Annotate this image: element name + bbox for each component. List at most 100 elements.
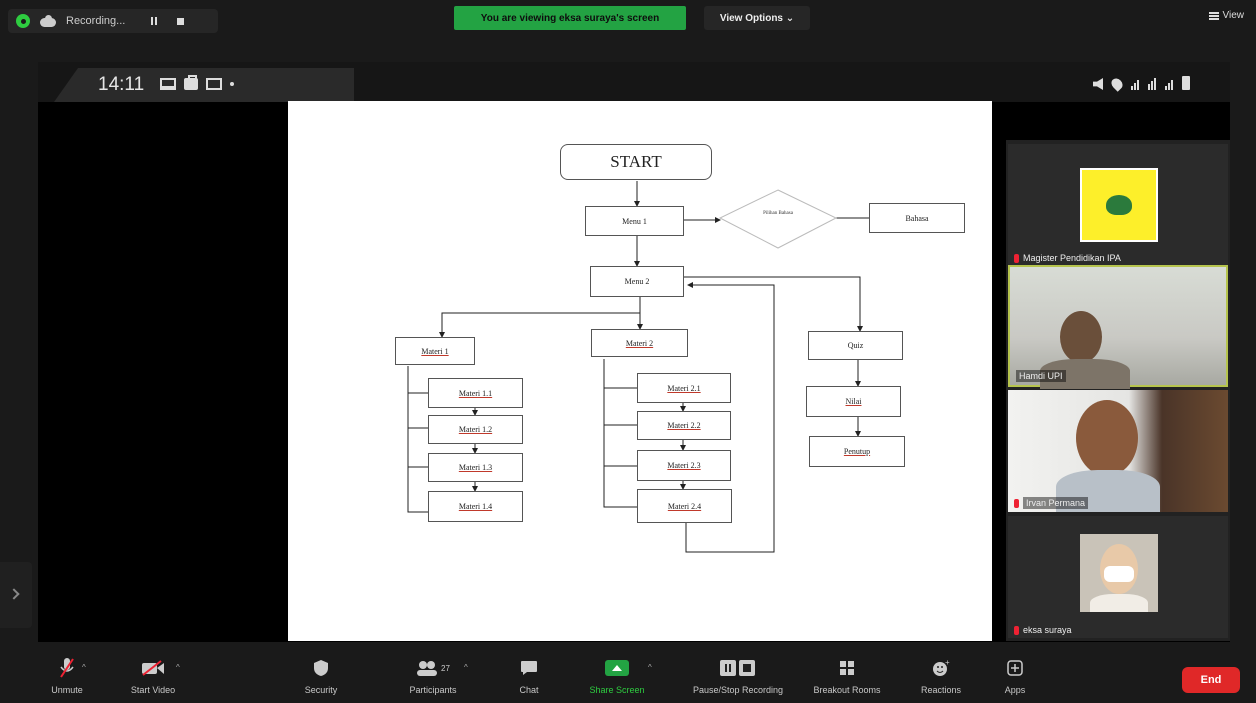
participants-options-caret-icon[interactable]: ^ bbox=[464, 663, 468, 672]
flowchart-materi-1-1: Materi 1.1 bbox=[428, 378, 523, 408]
view-button[interactable]: View bbox=[1208, 10, 1245, 21]
pause-stop-recording-button[interactable]: Pause/Stop Recording bbox=[686, 655, 790, 695]
participant-name: Irvan Permana bbox=[1023, 497, 1089, 509]
participant-name-tag: eksa suraya bbox=[1014, 625, 1072, 635]
flowchart-materi-1-2: Materi 1.2 bbox=[428, 415, 523, 444]
flowchart-materi-1-3: Materi 1.3 bbox=[428, 453, 523, 482]
language-choice-diamond bbox=[718, 189, 838, 249]
view-layout-icon bbox=[1208, 11, 1219, 20]
participant-shoulders bbox=[1090, 594, 1148, 612]
participant-profile-photo bbox=[1080, 534, 1158, 612]
muted-mic-icon bbox=[1014, 625, 1019, 635]
start-video-label: Start Video bbox=[130, 685, 176, 695]
flowchart-nilai: Nilai bbox=[806, 386, 901, 417]
participant-video-panel: Magister Pendidikan IPA Hamdi UPI Irvan … bbox=[1006, 140, 1230, 641]
flowchart-start: START bbox=[560, 144, 712, 180]
flowchart-materi-2-4: Materi 2.4 bbox=[637, 489, 732, 523]
participant-count: 27 bbox=[441, 663, 450, 673]
participant-tile[interactable]: eksa suraya bbox=[1008, 516, 1228, 638]
phone-notification-icons bbox=[160, 75, 234, 90]
participant-name-tag: Magister Pendidikan IPA bbox=[1014, 253, 1121, 263]
chat-bubble-icon bbox=[520, 655, 538, 681]
phone-clock: 14:11 bbox=[98, 74, 145, 95]
location-icon bbox=[1109, 76, 1125, 92]
pause-stop-recording-label: Pause/Stop Recording bbox=[692, 685, 784, 695]
video-off-icon bbox=[141, 655, 165, 681]
flowchart-connectors bbox=[407, 181, 869, 553]
stop-recording-icon[interactable] bbox=[177, 17, 185, 25]
muted-mic-icon bbox=[1014, 498, 1019, 508]
encryption-shield-icon[interactable] bbox=[16, 14, 30, 28]
flowchart-menu-1: Menu 1 bbox=[585, 206, 684, 236]
pause-stop-recording-icon bbox=[719, 655, 757, 681]
unmute-label: Unmute bbox=[51, 685, 83, 695]
participant-video-person bbox=[1060, 311, 1102, 363]
flowchart-materi-1: Materi 1 bbox=[395, 337, 475, 365]
muted-microphone-icon bbox=[59, 655, 75, 681]
breakout-rooms-icon bbox=[839, 655, 855, 681]
participant-name: Hamdi UPI bbox=[1016, 370, 1066, 382]
materi1-spine bbox=[407, 366, 428, 513]
share-screen-icon bbox=[605, 660, 629, 676]
participant-name: eksa suraya bbox=[1023, 625, 1072, 635]
flowchart-materi-2-1: Materi 2.1 bbox=[637, 373, 731, 403]
audio-options-caret-icon[interactable]: ^ bbox=[82, 663, 86, 672]
meeting-top-bar: Recording... You are viewing eksa suraya… bbox=[0, 0, 1256, 40]
meeting-toolbar: Unmute ^ Start Video ^ Security 27 Parti… bbox=[0, 647, 1256, 703]
svg-text:+: + bbox=[945, 659, 950, 667]
pause-recording-icon[interactable] bbox=[151, 17, 158, 25]
video-options-caret-icon[interactable]: ^ bbox=[176, 663, 180, 672]
chat-button[interactable]: Chat bbox=[484, 655, 574, 695]
reactions-label: Reactions bbox=[920, 685, 962, 695]
flowchart-penutup: Penutup bbox=[809, 436, 905, 467]
reactions-emoji-icon: + bbox=[932, 655, 950, 681]
chat-label: Chat bbox=[519, 685, 539, 695]
participant-name-tag: Hamdi UPI bbox=[1016, 370, 1066, 382]
wifi-signal-icon bbox=[1148, 78, 1156, 90]
apps-button[interactable]: Apps bbox=[970, 655, 1060, 695]
security-button[interactable]: Security bbox=[276, 655, 366, 695]
participant-video-person bbox=[1076, 400, 1138, 476]
start-video-button[interactable]: Start Video ^ bbox=[108, 655, 198, 695]
flowchart-document: START Menu 1 Pilihan Bahasa Bahasa Menu … bbox=[288, 101, 992, 641]
security-shield-icon bbox=[313, 655, 329, 681]
apps-label: Apps bbox=[1004, 685, 1026, 695]
share-screen-button[interactable]: Share Screen ^ bbox=[572, 655, 662, 695]
breakout-rooms-label: Breakout Rooms bbox=[813, 685, 881, 695]
university-logo bbox=[1080, 168, 1158, 242]
breakout-rooms-button[interactable]: Breakout Rooms bbox=[802, 655, 892, 695]
mute-speaker-icon bbox=[1093, 78, 1103, 90]
recording-indicator: Recording... bbox=[8, 9, 218, 33]
signal-bars-2-icon bbox=[1165, 80, 1173, 90]
security-label: Security bbox=[304, 685, 338, 695]
participant-name: Magister Pendidikan IPA bbox=[1023, 253, 1121, 263]
gmail-icon bbox=[206, 78, 222, 90]
participant-tile-active-speaker[interactable]: Hamdi UPI bbox=[1008, 265, 1228, 389]
flowchart-materi-2-2: Materi 2.2 bbox=[637, 411, 731, 440]
participant-name-tag: Irvan Permana bbox=[1014, 497, 1089, 509]
participants-button[interactable]: 27 Participants ^ bbox=[388, 655, 478, 695]
face-mask bbox=[1104, 566, 1134, 582]
phone-system-icons bbox=[1093, 76, 1190, 92]
shopping-bag-icon bbox=[184, 75, 198, 90]
flowchart-materi-1-4: Materi 1.4 bbox=[428, 491, 523, 522]
participant-tile[interactable]: Irvan Permana bbox=[1008, 390, 1228, 512]
recording-status-label: Recording... bbox=[66, 15, 126, 27]
participant-tile[interactable]: Magister Pendidikan IPA bbox=[1008, 144, 1228, 266]
phone-status-bar: 14:11 bbox=[38, 62, 1230, 102]
flowchart-materi-2-3: Materi 2.3 bbox=[637, 450, 731, 481]
flowchart-materi-2: Materi 2 bbox=[591, 329, 688, 357]
view-button-label: View bbox=[1222, 10, 1245, 21]
view-options-button[interactable]: View Options ⌄ bbox=[704, 6, 810, 30]
end-meeting-button[interactable]: End bbox=[1182, 667, 1240, 693]
more-notifications-dot-icon bbox=[230, 82, 234, 86]
share-options-caret-icon[interactable]: ^ bbox=[648, 663, 652, 672]
expand-side-tab[interactable] bbox=[0, 562, 32, 628]
flowchart-quiz: Quiz bbox=[808, 331, 903, 360]
flowchart-menu-2: Menu 2 bbox=[590, 266, 684, 297]
flowchart-bahasa: Bahasa bbox=[869, 203, 965, 233]
muted-mic-icon bbox=[1014, 253, 1019, 263]
signal-bars-icon bbox=[1131, 80, 1139, 90]
unmute-button[interactable]: Unmute ^ bbox=[22, 655, 112, 695]
screen-cast-icon bbox=[160, 78, 176, 90]
